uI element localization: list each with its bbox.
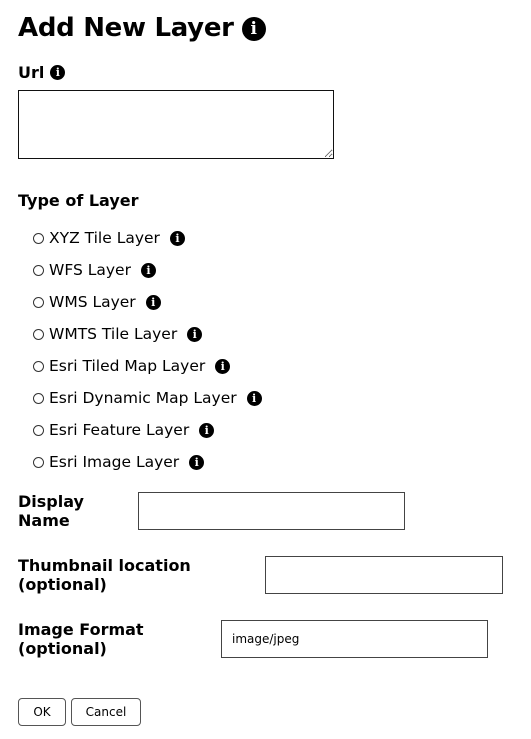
url-textarea[interactable] (18, 90, 334, 159)
add-layer-dialog: Add New Layer i Url i Type of Layer XYZ … (18, 10, 518, 726)
radio-label: Esri Image Layer (49, 453, 180, 471)
radio-label: WMTS Tile Layer (49, 325, 178, 343)
url-info-icon[interactable]: i (50, 64, 66, 80)
layer-type-radio-group: XYZ Tile Layer i WFS Layer i WMS Layer i… (18, 222, 518, 478)
radio-label: WFS Layer (49, 261, 131, 279)
url-label: Url (18, 62, 45, 82)
radio-button[interactable] (33, 328, 44, 340)
radio-option-wmts-tile-layer[interactable]: WMTS Tile Layer i (33, 318, 518, 350)
radio-option-esri-feature-layer[interactable]: Esri Feature Layer i (33, 414, 518, 446)
radio-option-esri-image-layer[interactable]: Esri Image Layer i (33, 446, 518, 478)
display-name-label: Display Name (18, 492, 84, 530)
info-icon[interactable]: i (215, 358, 231, 374)
radio-button[interactable] (33, 456, 44, 468)
radio-button[interactable] (33, 424, 44, 436)
thumbnail-input[interactable] (265, 556, 503, 594)
radio-option-xyz-tile-layer[interactable]: XYZ Tile Layer i (33, 222, 518, 254)
radio-label: WMS Layer (49, 293, 136, 311)
radio-button[interactable] (33, 360, 44, 372)
radio-button[interactable] (33, 232, 44, 244)
url-label-row: Url i (18, 62, 518, 82)
display-name-input[interactable] (138, 492, 405, 530)
info-icon[interactable]: i (199, 422, 215, 438)
radio-button[interactable] (33, 392, 44, 404)
thumbnail-row: Thumbnail location (optional) (18, 556, 503, 594)
info-icon[interactable]: i (169, 230, 185, 246)
info-icon[interactable]: i (145, 294, 161, 310)
thumbnail-label: Thumbnail location (optional) (18, 556, 191, 594)
info-icon[interactable]: i (189, 454, 205, 470)
info-icon[interactable]: i (140, 262, 156, 278)
radio-button[interactable] (33, 296, 44, 308)
ok-button[interactable]: OK (18, 698, 66, 726)
image-format-label: Image Format (optional) (18, 620, 144, 658)
radio-option-esri-tiled-map-layer[interactable]: Esri Tiled Map Layer i (33, 350, 518, 382)
info-icon[interactable]: i (187, 326, 203, 342)
radio-option-wms-layer[interactable]: WMS Layer i (33, 286, 518, 318)
radio-label: Esri Dynamic Map Layer (49, 389, 237, 407)
cancel-button[interactable]: Cancel (71, 698, 141, 726)
display-name-row: Display Name (18, 492, 405, 530)
title-row: Add New Layer i (18, 10, 518, 46)
radio-label: Esri Feature Layer (49, 421, 190, 439)
page-title: Add New Layer (18, 13, 234, 43)
layer-type-label: Type of Layer (18, 191, 139, 210)
radio-option-wfs-layer[interactable]: WFS Layer i (33, 254, 518, 286)
info-icon[interactable]: i (246, 390, 262, 406)
radio-option-esri-dynamic-map-layer[interactable]: Esri Dynamic Map Layer i (33, 382, 518, 414)
radio-label: Esri Tiled Map Layer (49, 357, 206, 375)
radio-label: XYZ Tile Layer (49, 229, 160, 247)
title-info-icon[interactable]: i (241, 17, 266, 41)
image-format-row: Image Format (optional) (18, 620, 488, 658)
button-row: OK Cancel (18, 698, 141, 726)
image-format-input[interactable] (221, 620, 488, 658)
radio-button[interactable] (33, 264, 44, 276)
